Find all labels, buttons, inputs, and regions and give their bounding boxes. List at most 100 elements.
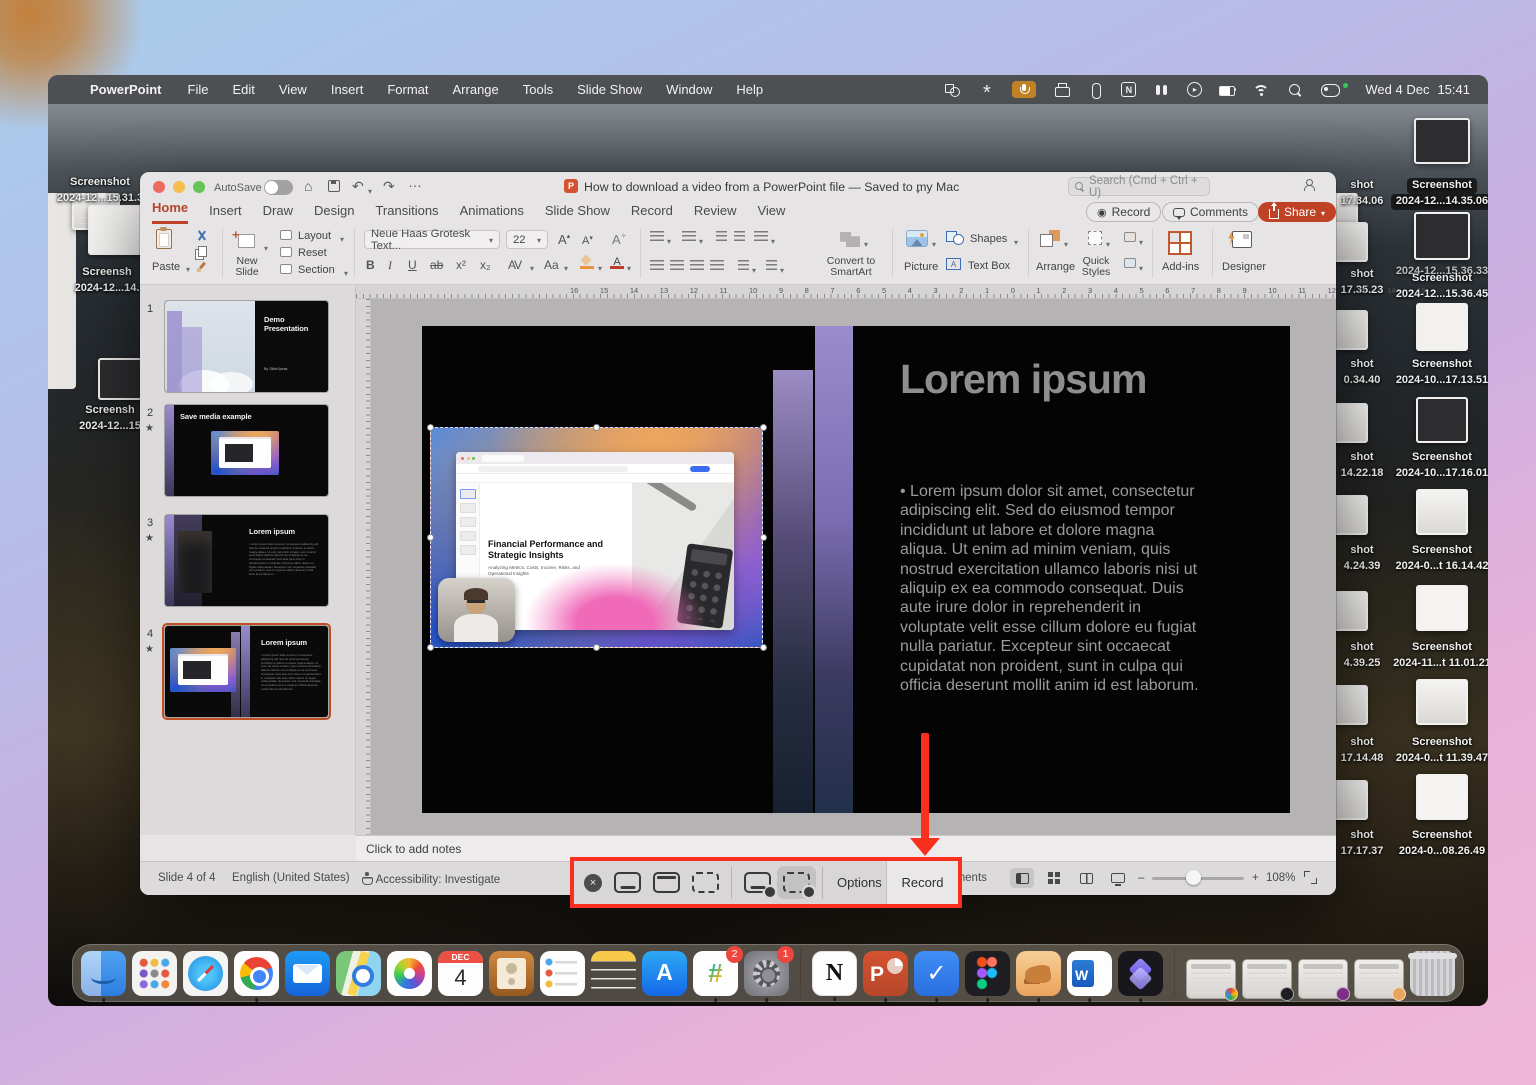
quick-styles-label[interactable]: QuickStyles (1076, 256, 1116, 278)
dock-powerpoint-icon[interactable] (863, 951, 908, 996)
shape-outline-chevron-icon[interactable] (1139, 260, 1143, 274)
comments-button[interactable]: Comments (1162, 202, 1259, 222)
minimize-window-button[interactable] (173, 181, 185, 193)
undo-icon[interactable]: ↶ (352, 178, 364, 195)
shapes-label[interactable]: Shapes (970, 233, 1007, 245)
section-chevron-icon[interactable] (344, 265, 348, 279)
desktop-file-icon[interactable] (98, 358, 142, 400)
columns-chevron-icon[interactable] (780, 262, 784, 276)
display-toggle-status-icon[interactable] (1321, 82, 1338, 98)
selection-handle[interactable] (760, 534, 767, 541)
zoom-out-button[interactable]: – (1138, 872, 1144, 884)
desktop-file-label[interactable]: Screenshot2024-0...08.26.49 (1382, 828, 1488, 860)
battery-status-icon[interactable] (1219, 82, 1236, 98)
dock-chrome-icon[interactable] (234, 951, 279, 996)
indent-decrease-button[interactable] (716, 231, 727, 242)
arrange-icon[interactable] (1040, 230, 1060, 247)
save-icon[interactable] (328, 180, 340, 192)
italic-button[interactable]: I (388, 258, 392, 273)
shrink-font-button[interactable]: A▾ (582, 234, 593, 247)
record-selection-pressed[interactable] (777, 866, 816, 899)
picture-icon[interactable] (906, 230, 928, 247)
columns-button[interactable] (766, 260, 777, 271)
zoom-slider-knob[interactable] (1186, 870, 1201, 885)
dock-photos-icon[interactable] (387, 951, 432, 996)
character-spacing-button[interactable]: AV (508, 258, 521, 272)
desktop-file-label-selected[interactable]: Screenshot2024-12...14.35.06 (1382, 178, 1488, 210)
dock-minimized-window-chrome[interactable] (1186, 959, 1236, 999)
text-direction-chevron-icon[interactable] (752, 262, 756, 276)
close-window-button[interactable] (153, 181, 165, 193)
selection-handle[interactable] (760, 424, 767, 431)
layout-label[interactable]: Layout (298, 230, 331, 242)
shape-fill-icon[interactable] (1124, 232, 1136, 242)
highlight-chevron-icon[interactable] (598, 260, 602, 274)
new-slide-icon[interactable] (238, 234, 255, 248)
dock-finder-icon[interactable] (81, 951, 126, 996)
underline-button[interactable]: U (408, 258, 417, 272)
more-actions-icon[interactable]: … (408, 174, 422, 190)
bold-button[interactable]: B (366, 258, 375, 272)
slide-thumbnail-3[interactable]: Lorem ipsum • Lorem ipsum dolor sit amet… (165, 515, 328, 606)
desktop-file-label[interactable]: Screenshot2024-12...15.31.3 (50, 175, 150, 207)
tab-transitions[interactable]: Transitions (375, 203, 438, 224)
dock-safari-icon[interactable] (183, 951, 228, 996)
dock-minimized-window-figma[interactable] (1242, 959, 1292, 999)
tab-insert[interactable]: Insert (209, 203, 242, 224)
dock-craft-icon[interactable] (1118, 951, 1163, 996)
capture-options-button[interactable]: Options (837, 875, 890, 890)
menu-window[interactable]: Window (666, 82, 712, 97)
dock-contacts-icon[interactable] (489, 951, 534, 996)
microphone-status-icon[interactable] (1012, 81, 1036, 98)
title-chevron-icon[interactable] (916, 183, 920, 197)
case-chevron-icon[interactable] (564, 260, 568, 274)
picture-chevron-icon[interactable] (932, 236, 936, 250)
justify-button[interactable] (710, 260, 724, 271)
paste-icon[interactable] (156, 229, 172, 249)
close-capture-toolbar-button[interactable]: × (584, 874, 602, 892)
text-box-label[interactable]: Text Box (968, 260, 1010, 272)
dock-calendar-icon[interactable]: DEC4 (438, 951, 483, 996)
grow-font-button[interactable]: A▴ (558, 232, 570, 247)
designer-icon[interactable] (1232, 231, 1252, 248)
redo-icon[interactable]: ↷ (383, 178, 395, 195)
align-left-button[interactable] (650, 260, 664, 271)
font-size-select[interactable]: 22 (506, 230, 548, 249)
dock-notion-icon[interactable] (812, 951, 857, 996)
notion-status-icon[interactable]: N (1121, 82, 1136, 97)
airpods-status-icon[interactable] (1153, 82, 1170, 98)
desktop-file-label[interactable]: Screenshot2024-0...t 16.14.42 (1382, 543, 1488, 575)
shape-outline-icon[interactable] (1124, 258, 1136, 268)
horizontal-ruler[interactable]: 16 15 14 13 12 11 10 9 8 7 6 5 4 3 2 1 0… (356, 285, 1336, 299)
layout-chevron-icon[interactable] (340, 231, 344, 245)
line-spacing-button[interactable] (754, 231, 768, 242)
tab-animations[interactable]: Animations (460, 203, 524, 224)
app-menu[interactable]: PowerPoint (90, 82, 162, 97)
menu-view[interactable]: View (279, 82, 307, 97)
slide-thumbnail-2[interactable]: Save media example (165, 405, 328, 496)
menu-tools[interactable]: Tools (523, 82, 553, 97)
convert-smartart-icon[interactable] (840, 232, 860, 247)
bullets-button[interactable] (650, 231, 664, 242)
undo-chevron-icon[interactable] (368, 181, 372, 197)
tab-home[interactable]: Home (152, 200, 188, 224)
search-status-icon[interactable] (1287, 82, 1304, 98)
capture-window-icon[interactable] (653, 872, 680, 893)
add-ins-icon[interactable] (1168, 231, 1188, 251)
zoom-level[interactable]: 108% (1266, 872, 1295, 884)
convert-smartart-label[interactable]: Convert toSmartArt (816, 256, 886, 278)
add-ins-label[interactable]: Add-ins (1162, 261, 1199, 273)
dock-slack-icon[interactable]: 2 (693, 951, 738, 996)
capture-entire-screen-icon[interactable] (614, 872, 641, 893)
dock-figma-icon[interactable] (965, 951, 1010, 996)
dock-maps-icon[interactable] (336, 951, 381, 996)
slide-title[interactable]: Lorem ipsum (900, 356, 1146, 403)
shapes-status-icon[interactable] (944, 82, 961, 98)
home-icon[interactable]: ⌂ (304, 178, 312, 194)
language-setting[interactable]: English (United States) (232, 872, 350, 884)
tab-view[interactable]: View (757, 203, 785, 224)
desktop-file-label[interactable]: Screenshot2024-10...17.13.51 (1382, 357, 1488, 389)
dock-minimized-window-wildlife[interactable] (1354, 959, 1404, 999)
tab-draw[interactable]: Draw (263, 203, 293, 224)
arrange-label[interactable]: Arrange (1036, 261, 1075, 273)
